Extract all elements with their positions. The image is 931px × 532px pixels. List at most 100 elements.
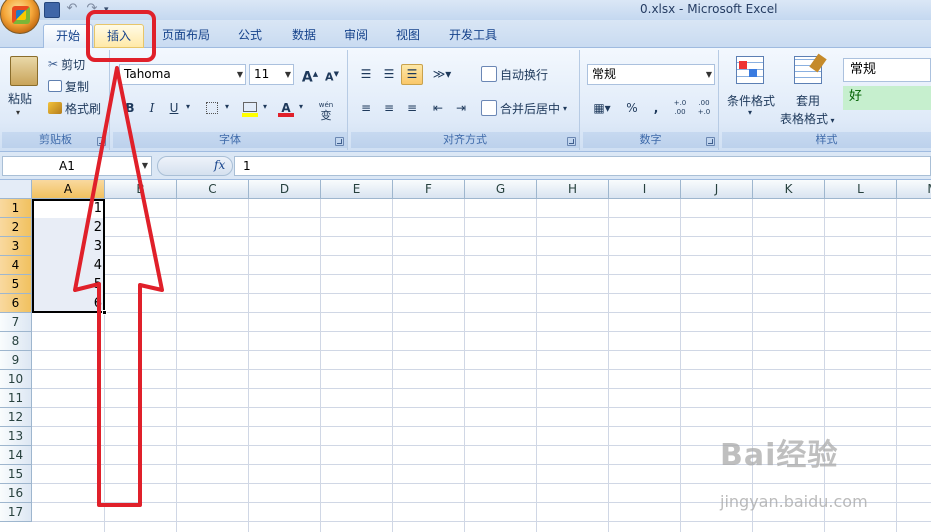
column-header-i[interactable]: I	[609, 180, 681, 199]
align-right-button[interactable]: ≡	[401, 98, 423, 119]
column-header-h[interactable]: H	[537, 180, 609, 199]
wrap-text-button[interactable]: 自动换行	[481, 64, 548, 84]
bold-button[interactable]: B	[119, 98, 141, 119]
tab-data[interactable]: 数据	[280, 24, 328, 48]
select-all-corner[interactable]	[0, 180, 32, 199]
conditional-format-icon[interactable]	[736, 56, 764, 84]
row-header-17[interactable]: 17	[0, 503, 32, 522]
align-bottom-button[interactable]: ☰	[401, 64, 423, 85]
underline-button[interactable]: U	[163, 98, 185, 119]
copy-button[interactable]: 复制	[48, 76, 89, 96]
tab-page-layout[interactable]: 页面布局	[150, 24, 222, 48]
row-header-16[interactable]: 16	[0, 484, 32, 503]
row-header-3[interactable]: 3	[0, 237, 32, 256]
row-header-15[interactable]: 15	[0, 465, 32, 484]
table-format-icon[interactable]	[794, 53, 827, 84]
italic-button[interactable]: I	[141, 98, 163, 119]
row-header-12[interactable]: 12	[0, 408, 32, 427]
row-header-2[interactable]: 2	[0, 218, 32, 237]
redo-icon[interactable]: ↷	[84, 2, 100, 18]
font-color-dropdown-icon[interactable]: ▾	[299, 102, 303, 111]
row-header-10[interactable]: 10	[0, 370, 32, 389]
row-header-11[interactable]: 11	[0, 389, 32, 408]
fill-color-button[interactable]	[239, 98, 261, 119]
shrink-font-button[interactable]: A▼	[321, 64, 343, 85]
percent-button[interactable]: %	[621, 98, 643, 119]
accounting-format-button[interactable]: ▦▾	[587, 98, 617, 119]
paste-icon[interactable]	[10, 56, 38, 86]
column-header-f[interactable]: F	[393, 180, 465, 199]
grid-row-line	[32, 255, 931, 256]
column-header-k[interactable]: K	[753, 180, 825, 199]
worksheet-grid[interactable]: ABCDEFGHIJKLM123456789101112131415161712…	[0, 180, 931, 532]
style-good-cell[interactable]: 好	[843, 86, 931, 110]
underline-dropdown-icon[interactable]: ▾	[186, 102, 190, 111]
fill-handle[interactable]	[102, 310, 107, 315]
column-header-d[interactable]: D	[249, 180, 321, 199]
decrease-decimal-button[interactable]: .00 +.0	[693, 98, 715, 119]
style-normal-cell[interactable]: 常规	[843, 58, 931, 82]
table-format-button[interactable]: 表格格式 ▾	[780, 110, 835, 127]
row-header-14[interactable]: 14	[0, 446, 32, 465]
tab-review[interactable]: 审阅	[332, 24, 380, 48]
conditional-format-button[interactable]: 条件格式	[727, 92, 775, 109]
undo-icon[interactable]: ↶	[64, 2, 80, 18]
fill-color-dropdown-icon[interactable]: ▾	[263, 102, 267, 111]
name-box[interactable]: A1 ▼	[2, 156, 152, 176]
column-header-g[interactable]: G	[465, 180, 537, 199]
merge-center-button[interactable]: 合并后居中 ▾	[481, 98, 567, 118]
borders-dropdown-icon[interactable]: ▾	[225, 102, 229, 111]
tab-view[interactable]: 视图	[384, 24, 432, 48]
number-format-select[interactable]: 常规 ▼	[587, 64, 715, 85]
paste-dropdown-icon[interactable]: ▾	[16, 108, 20, 117]
tab-formulas[interactable]: 公式	[226, 24, 274, 48]
align-left-icon: ≡	[360, 101, 372, 115]
conditional-format-dropdown-icon[interactable]: ▾	[748, 108, 752, 117]
align-top-button[interactable]: ☰	[355, 64, 377, 85]
row-header-4[interactable]: 4	[0, 256, 32, 275]
font-launcher-icon[interactable]	[335, 137, 344, 146]
tab-home[interactable]: 开始	[43, 24, 94, 48]
row-header-6[interactable]: 6	[0, 294, 32, 313]
increase-decimal-button[interactable]: +.0.00	[669, 98, 691, 119]
alignment-launcher-icon[interactable]	[567, 137, 576, 146]
increase-indent-button[interactable]: ⇥	[450, 98, 472, 119]
row-header-1[interactable]: 1	[0, 199, 32, 218]
save-icon[interactable]	[44, 2, 60, 18]
customize-qat-icon[interactable]: ▾	[104, 2, 120, 18]
paste-button[interactable]: 粘贴	[8, 90, 32, 107]
formula-input[interactable]: 1	[234, 156, 931, 176]
column-header-c[interactable]: C	[177, 180, 249, 199]
column-header-l[interactable]: L	[825, 180, 897, 199]
insert-function-button[interactable]: fx	[214, 158, 225, 172]
column-header-e[interactable]: E	[321, 180, 393, 199]
tab-developer[interactable]: 开发工具	[437, 24, 509, 48]
row-header-7[interactable]: 7	[0, 313, 32, 332]
number-launcher-icon[interactable]	[706, 137, 715, 146]
row-header-5[interactable]: 5	[0, 275, 32, 294]
font-size-select[interactable]: 11 ▼	[249, 64, 294, 85]
column-header-b[interactable]: B	[105, 180, 177, 199]
row-header-13[interactable]: 13	[0, 427, 32, 446]
format-painter-button[interactable]: 格式刷	[48, 98, 101, 118]
column-header-m[interactable]: M	[897, 180, 931, 199]
phonetic-button[interactable]: wén 变	[311, 98, 341, 121]
comma-button[interactable]: ,	[645, 98, 667, 119]
orientation-button[interactable]: ≫▾	[427, 64, 457, 85]
align-center-button[interactable]: ≡	[378, 98, 400, 119]
font-color-button[interactable]: A	[275, 98, 297, 119]
cut-button[interactable]: ✂ 剪切	[48, 54, 85, 74]
column-header-j[interactable]: J	[681, 180, 753, 199]
row-header-8[interactable]: 8	[0, 332, 32, 351]
align-middle-button[interactable]: ☰	[378, 64, 400, 85]
align-left-button[interactable]: ≡	[355, 98, 377, 119]
font-name-select[interactable]: Tahoma ▼	[119, 64, 246, 85]
column-header-a[interactable]: A	[32, 180, 105, 199]
grow-font-button[interactable]: A▲	[299, 64, 321, 86]
decrease-indent-button[interactable]: ⇤	[427, 98, 449, 119]
borders-button[interactable]	[201, 98, 223, 119]
row-header-9[interactable]: 9	[0, 351, 32, 370]
clipboard-launcher-icon[interactable]	[97, 137, 106, 146]
tab-insert[interactable]: 插入	[94, 24, 145, 48]
table-format-label-line1[interactable]: 套用	[796, 92, 820, 109]
